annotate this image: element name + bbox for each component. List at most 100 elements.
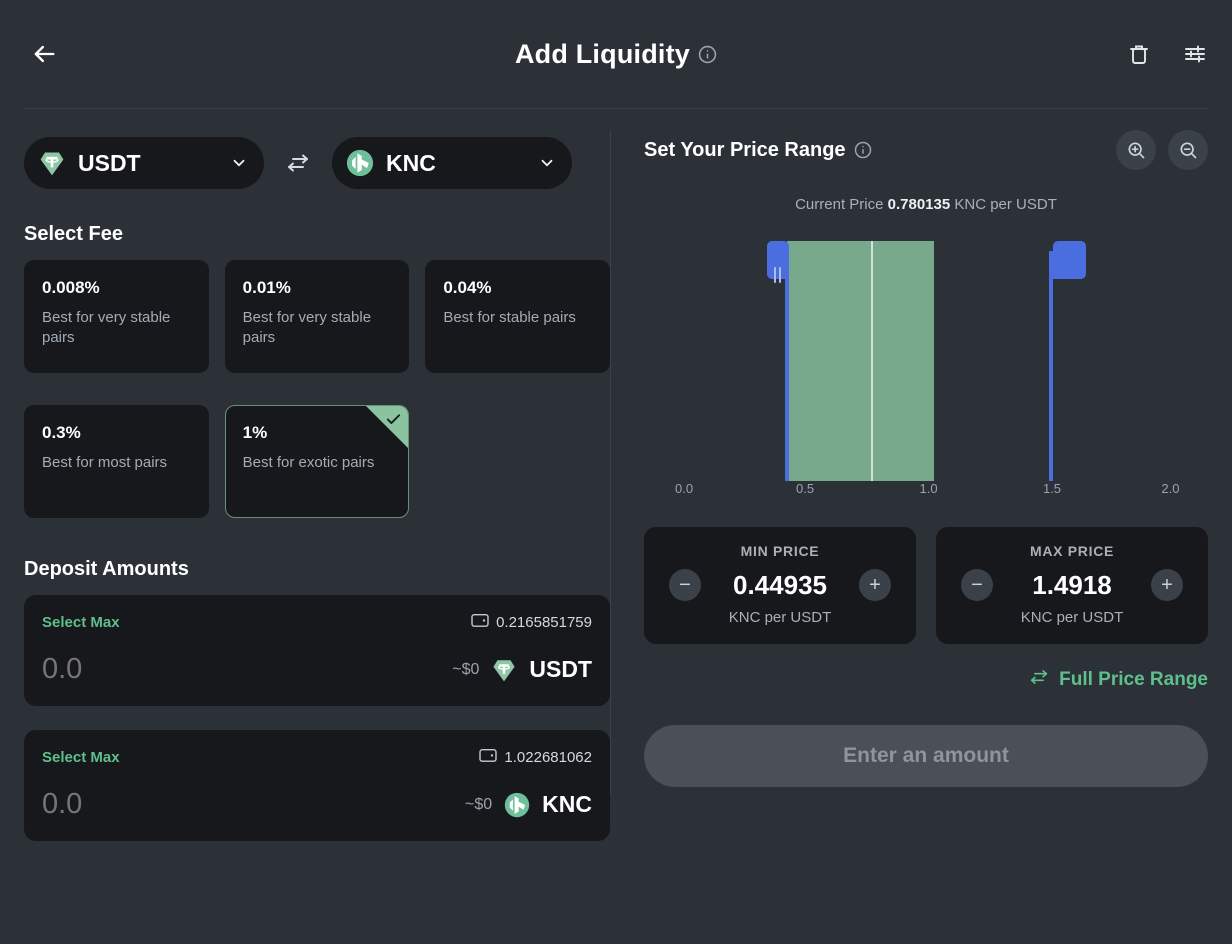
usd-estimate: ~$0 [465, 795, 493, 813]
fee-percent: 0.01% [242, 278, 291, 297]
wallet-icon [471, 612, 489, 632]
fee-percent: 0.3% [42, 423, 81, 442]
wallet-icon [479, 747, 498, 767]
min-price-increment[interactable]: + [859, 569, 891, 601]
select-max-button[interactable]: Select Max [42, 614, 120, 631]
axis-tick: 0.0 [675, 481, 694, 496]
full-price-range-button[interactable]: Full Price Range [644, 668, 1208, 691]
page-header: Add Liquidity [0, 0, 1232, 108]
max-price-handle[interactable] [1053, 241, 1087, 279]
min-price-stepper: − 0.44935 + [658, 569, 902, 601]
fee-description: Best for exotic pairs [242, 454, 375, 471]
zoom-in-icon[interactable] [1116, 130, 1156, 170]
page-title-wrap: Add Liquidity [0, 0, 1232, 108]
select-fee-title: Select Fee [24, 223, 123, 245]
token-a-symbol: USDT [78, 149, 141, 176]
axis-tick: 1.0 [919, 481, 938, 496]
usd-estimate: ~$0 [452, 660, 480, 678]
info-icon[interactable] [698, 45, 717, 64]
max-handle-line [1049, 251, 1054, 481]
current-price-line [870, 241, 873, 481]
chevron-down-icon [230, 154, 248, 172]
back-button[interactable] [24, 34, 64, 74]
trash-icon[interactable] [1126, 41, 1152, 67]
left-column: USDT KNC Select Fee 0.008% Best for very… [24, 108, 610, 944]
knc-logo-icon [504, 792, 530, 818]
deposit-token-symbol: KNC [542, 791, 592, 817]
fee-option-selected[interactable]: 1% Best for exotic pairs [224, 405, 410, 518]
fee-description: Best for very stable pairs [42, 309, 171, 346]
balance-value: 1.022681062 [504, 748, 592, 766]
max-price-unit: KNC per USDT [1020, 609, 1124, 626]
header-actions [1126, 41, 1208, 67]
token-pair-row: USDT KNC [24, 137, 610, 189]
fee-option[interactable]: 0.3% Best for most pairs [24, 405, 209, 518]
min-price-card: MIN PRICE − 0.44935 + KNC per USDT [644, 527, 916, 644]
balance-value: 0.2165851759 [496, 613, 592, 631]
info-icon[interactable] [854, 141, 872, 159]
max-price-value[interactable]: 1.4918 [1007, 570, 1137, 601]
axis-tick: 2.0 [1161, 481, 1180, 496]
fee-option[interactable]: 0.008% Best for very stable pairs [24, 260, 209, 373]
page-body: USDT KNC Select Fee 0.008% Best for very… [0, 108, 1232, 944]
max-price-increment[interactable]: + [1151, 569, 1183, 601]
swap-tokens-button[interactable] [282, 149, 314, 177]
settings-sliders-icon[interactable] [1182, 41, 1208, 67]
deposit-card-top: Select Max 1.022681062 [42, 746, 592, 768]
price-range-title: Set Your Price Range [644, 138, 846, 161]
chart-plot-area [674, 241, 1178, 481]
amount-input-usdt[interactable] [42, 653, 262, 686]
fee-percent: 0.04% [443, 278, 492, 297]
min-price-handle[interactable] [766, 241, 789, 283]
fee-option[interactable]: 0.04% Best for stable pairs [425, 260, 610, 373]
right-column: Set Your Price Range Current Price 0.780… [611, 108, 1208, 944]
token-b-symbol: KNC [386, 149, 436, 176]
deposit-card-usdt: Select Max 0.2165851759 ~$0 [24, 595, 610, 706]
zoom-out-icon[interactable] [1168, 130, 1208, 170]
current-price-suffix: KNC per USDT [954, 196, 1057, 213]
wallet-balance: 1.022681062 [479, 747, 592, 767]
select-max-button[interactable]: Select Max [42, 749, 120, 766]
submit-button[interactable]: Enter an amount [644, 725, 1208, 787]
fee-description: Best for most pairs [42, 454, 168, 471]
price-range-header: Set Your Price Range [644, 130, 1208, 170]
amount-input-knc[interactable] [42, 788, 262, 821]
check-icon [385, 411, 402, 428]
max-price-stepper: − 1.4918 + [950, 569, 1194, 601]
fee-option[interactable]: 0.01% Best for very stable pairs [224, 260, 410, 373]
max-price-card: MAX PRICE − 1.4918 + KNC per USDT [936, 527, 1208, 644]
price-range-chart[interactable]: 0.0 0.5 1.0 1.5 2.0 [644, 231, 1208, 501]
swap-arrows-icon [1028, 668, 1050, 691]
fee-percent: 0.008% [42, 278, 100, 297]
fee-description: Best for stable pairs [443, 309, 576, 326]
max-price-label: MAX PRICE [1029, 543, 1115, 559]
deposit-token-info: ~$0 USDT [452, 656, 592, 683]
deposit-card-knc: Select Max 1.022681062 ~$0 [24, 730, 610, 841]
grip-line [779, 266, 782, 283]
max-price-decrement[interactable]: − [961, 569, 993, 601]
axis-tick: 0.5 [795, 481, 815, 496]
min-handle-line [784, 251, 789, 481]
grip-line [774, 266, 777, 283]
token-b-select[interactable]: KNC [332, 137, 572, 189]
deposit-card-bottom: ~$0 KNC [42, 788, 592, 821]
usdt-logo-icon [491, 657, 517, 683]
deposit-card-bottom: ~$0 USDT [42, 653, 592, 686]
deposit-token-symbol: USDT [529, 656, 592, 682]
token-a-select[interactable]: USDT [24, 137, 264, 189]
liquidity-band [787, 241, 934, 481]
knc-logo-icon [346, 149, 374, 177]
min-price-decrement[interactable]: − [669, 569, 701, 601]
chart-zoom-controls [1116, 130, 1208, 170]
min-price-value[interactable]: 0.44935 [715, 570, 845, 601]
add-liquidity-page: Add Liquidity USDT KNC Select Fee 0.008%… [0, 0, 1232, 944]
price-bounds-row: MIN PRICE − 0.44935 + KNC per USDT MAX P… [644, 527, 1208, 644]
axis-tick: 1.5 [1042, 481, 1062, 496]
usdt-logo-icon [38, 149, 66, 177]
wallet-balance: 0.2165851759 [471, 612, 592, 632]
deposit-amounts-title: Deposit Amounts [24, 558, 189, 580]
chart-x-axis: 0.0 0.5 1.0 1.5 2.0 [674, 481, 1180, 501]
fee-options-grid: 0.008% Best for very stable pairs 0.01% … [24, 260, 610, 518]
current-price-prefix: Current Price [795, 196, 884, 213]
deposit-card-top: Select Max 0.2165851759 [42, 611, 592, 633]
